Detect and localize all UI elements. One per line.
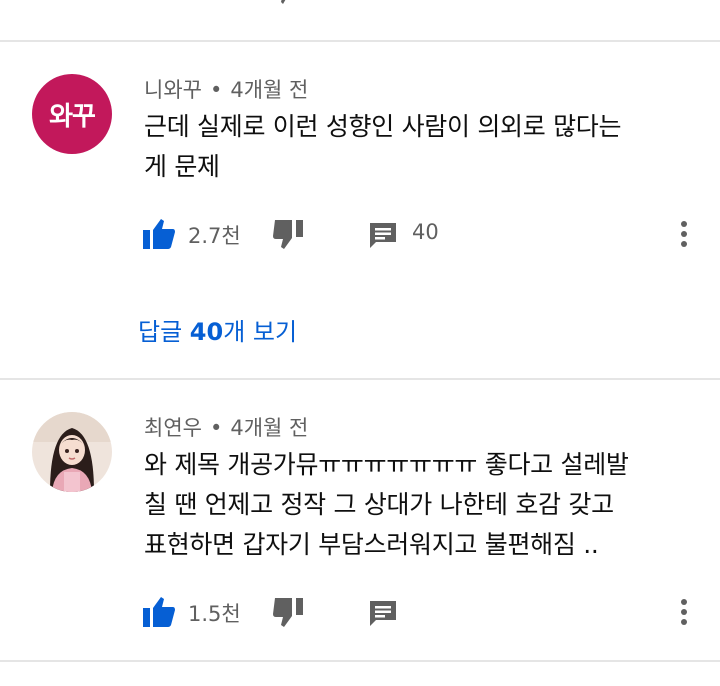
like-count: 2.7천 xyxy=(188,224,241,248)
comment-actions: 1.5천 xyxy=(0,592,720,632)
avatar[interactable]: 와꾸 xyxy=(32,74,112,154)
comment-line: 근데 실제로 이런 성향인 사람이 의외로 많다는 xyxy=(144,112,622,141)
comment-icon[interactable] xyxy=(368,598,398,628)
divider xyxy=(0,378,720,380)
avatar-illustration xyxy=(32,412,112,492)
view-replies-count: 40 xyxy=(189,318,224,346)
meta-separator: • xyxy=(209,416,223,440)
thumbs-down-icon[interactable] xyxy=(274,0,304,10)
comment-line: 표현하면 갑자기 부담스러워지고 불편해짐 .. xyxy=(144,530,599,559)
thumbs-up-filled-icon[interactable] xyxy=(142,218,176,250)
avatar-text: 와꾸 xyxy=(32,74,112,154)
thumbs-down-icon[interactable] xyxy=(272,218,306,250)
thumbs-down-icon[interactable] xyxy=(272,596,306,628)
comment-text: 와 제목 개공가뮤ㅠㅠㅠㅠㅠㅠㅠ 좋다고 설레발 칠 땐 언제고 정작 그 상대… xyxy=(144,445,696,565)
thumbs-up-filled-icon[interactable] xyxy=(142,596,176,628)
comment-line: 칠 땐 언제고 정작 그 상대가 나한테 호감 갖고 xyxy=(144,490,614,519)
comment-time[interactable]: 4개월 전 xyxy=(230,78,308,102)
comment-meta: 최연우 • 4개월 전 xyxy=(144,412,308,442)
meta-separator: • xyxy=(209,78,223,102)
view-replies-prefix: 답글 xyxy=(138,318,190,346)
comment-time[interactable]: 4개월 전 xyxy=(230,416,308,440)
like-count: 1.5천 xyxy=(188,602,241,626)
author-name[interactable]: 니와꾸 xyxy=(144,78,202,102)
comment-meta: 니와꾸 • 4개월 전 xyxy=(144,74,308,104)
previous-comment-actions xyxy=(0,0,720,10)
divider xyxy=(0,40,720,42)
author-name[interactable]: 최연우 xyxy=(144,416,202,440)
reply-count: 40 xyxy=(412,220,439,244)
avatar[interactable] xyxy=(32,412,112,492)
more-vertical-icon[interactable] xyxy=(674,596,694,628)
comment-line: 게 문제 xyxy=(144,152,220,181)
comment-icon[interactable] xyxy=(368,220,398,250)
comment-line: 와 제목 개공가뮤ㅠㅠㅠㅠㅠㅠㅠ 좋다고 설레발 xyxy=(144,450,629,479)
view-replies-link[interactable]: 답글 40개 보기 xyxy=(138,312,297,347)
divider xyxy=(0,660,720,662)
more-vertical-icon[interactable] xyxy=(674,218,694,250)
comment-actions: 2.7천 40 xyxy=(0,214,720,254)
comment-text: 근데 실제로 이런 성향인 사람이 의외로 많다는 게 문제 xyxy=(144,107,696,187)
view-replies-suffix: 개 보기 xyxy=(223,318,298,346)
comments-page: 와꾸 니와꾸 • 4개월 전 근데 실제로 이런 성향인 사람이 의외로 많다는 게… xyxy=(0,0,720,686)
